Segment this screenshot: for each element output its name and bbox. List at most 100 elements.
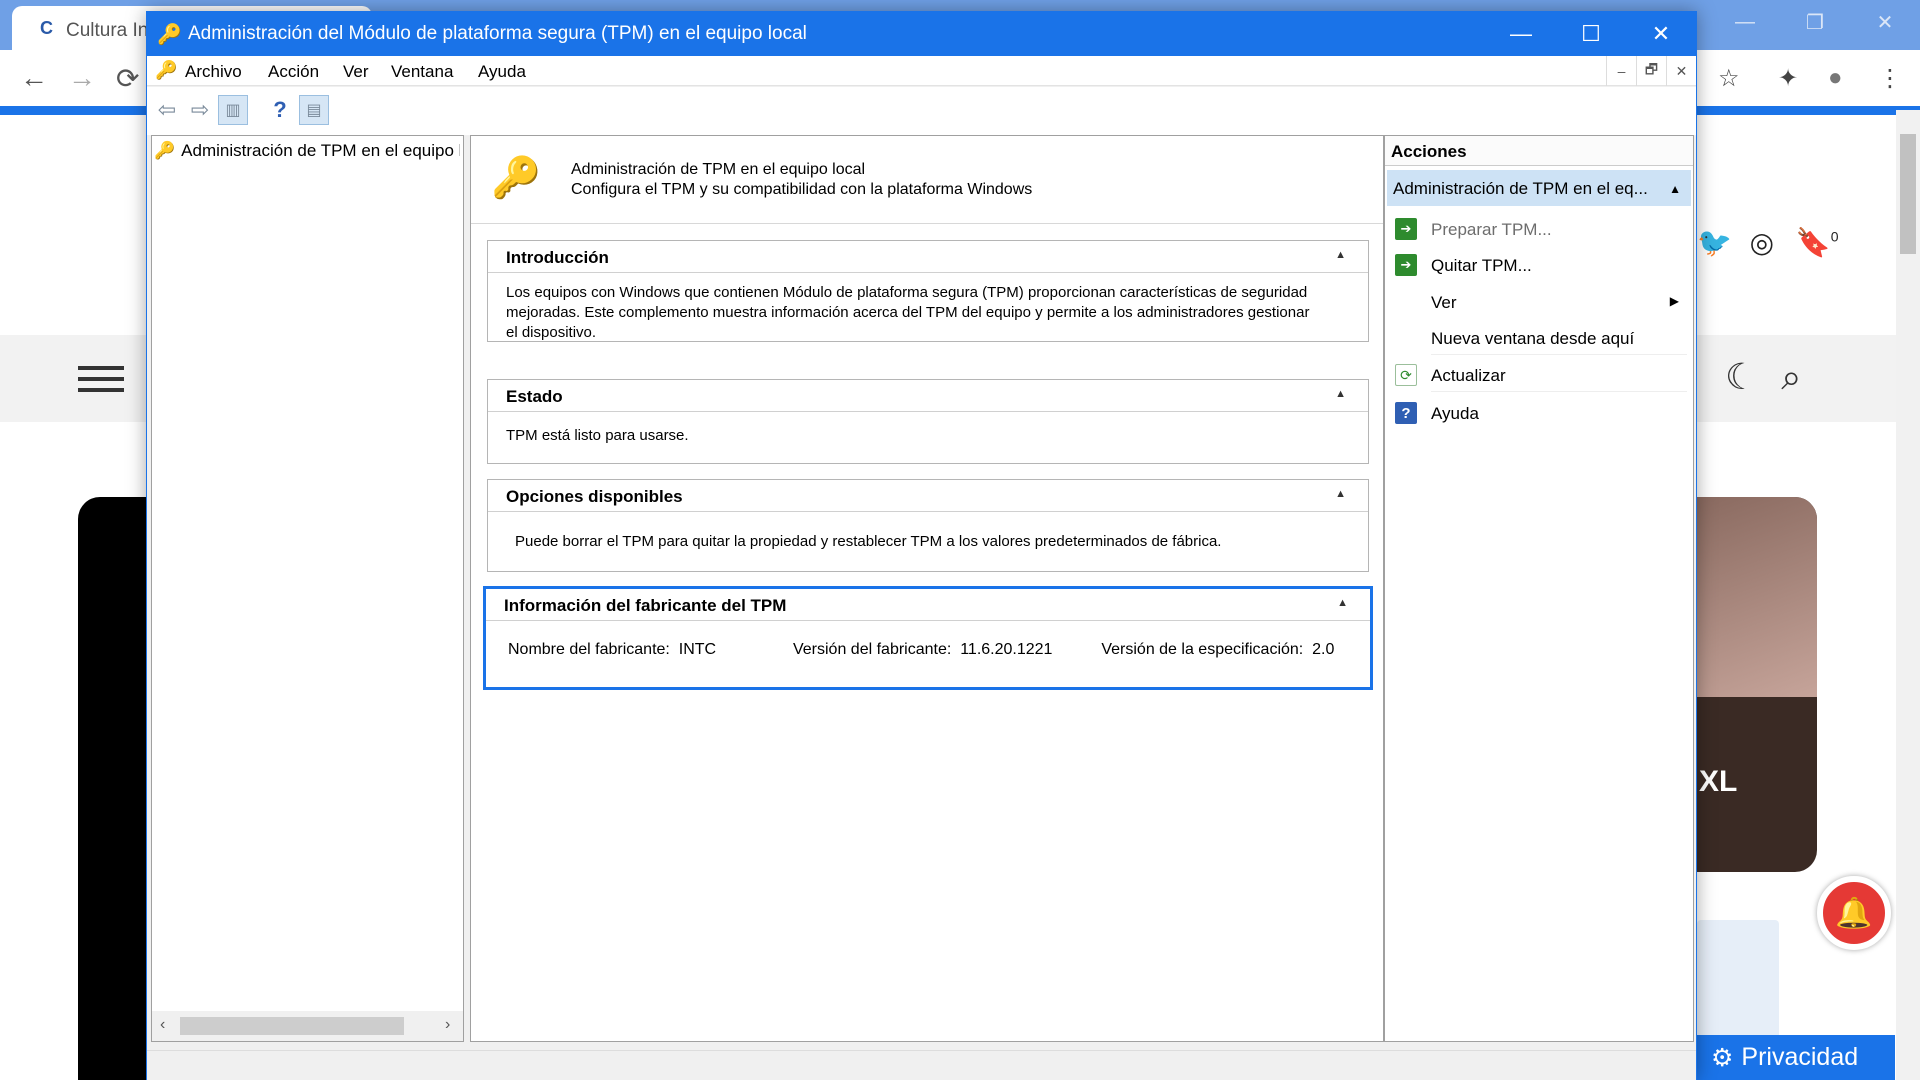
scrollbar-thumb[interactable] (1900, 134, 1916, 254)
title-bar[interactable]: 🔑 Administración del Módulo de plataform… (147, 12, 1696, 56)
browser-tab-title: Cultura In (66, 20, 149, 41)
forward-arrow-icon[interactable]: ⇨ (185, 95, 215, 125)
show-hide-action-pane-icon[interactable]: ▤ (299, 95, 329, 125)
help-icon: ? (1395, 402, 1417, 424)
moon-icon[interactable]: ☾ (1725, 356, 1757, 397)
section-title: Opciones disponibles (506, 487, 683, 506)
actions-group-label: Administración de TPM en el eq... (1393, 179, 1648, 198)
console-document-icon[interactable]: 🔑 (155, 60, 177, 81)
collapse-icon[interactable]: ▲ (1337, 597, 1348, 609)
section-header[interactable]: Información del fabricante del TPM ▲ (486, 589, 1370, 621)
star-icon[interactable]: ☆ (1718, 64, 1740, 93)
twitter-icon[interactable]: 🐦 (1697, 227, 1732, 258)
status-bar (147, 1050, 1696, 1080)
back-icon[interactable]: ← (20, 62, 48, 94)
action-arrow-icon: ➔ (1395, 218, 1417, 240)
spec-version-label: Versión de la especificación: (1101, 641, 1304, 658)
section-introduccion: Introducción ▲ Los equipos con Windows q… (487, 240, 1369, 342)
toolbar: ⇦ ⇨ ▥ ? ▤ (147, 87, 1696, 135)
notification-bell-icon[interactable]: 🔔 (1817, 876, 1891, 950)
minimize-button[interactable]: — (1486, 12, 1556, 56)
promo-image (1697, 920, 1779, 1040)
reload-icon[interactable]: ⟳ (116, 62, 139, 95)
actions-group-header[interactable]: Administración de TPM en el eq... ▲ (1387, 170, 1691, 206)
section-body: Puede borrar el TPM para quitar la propi… (515, 533, 1222, 550)
section-header[interactable]: Estado ▲ (488, 380, 1368, 412)
card-text: XL (1699, 765, 1738, 798)
show-hide-tree-icon[interactable]: ▥ (218, 95, 248, 125)
action-preparar-tpm[interactable]: ➔ Preparar TPM... (1385, 212, 1693, 246)
tpm-chip-key-icon: 🔑 (491, 156, 541, 200)
action-label: Nueva ventana desde aquí (1431, 329, 1635, 348)
scroll-right-icon[interactable]: › (445, 1016, 450, 1034)
tpm-app-icon: 🔑 (157, 24, 182, 46)
window-title: Administración del Módulo de plataforma … (188, 23, 807, 44)
menu-ayuda[interactable]: Ayuda (478, 62, 526, 82)
section-estado: Estado ▲ TPM está listo para usarse. (487, 379, 1369, 464)
section-header[interactable]: Opciones disponibles ▲ (488, 480, 1368, 512)
scroll-left-icon[interactable]: ‹ (160, 1016, 165, 1034)
instagram-icon[interactable]: ◎ (1750, 227, 1774, 258)
privacy-button[interactable]: ⚙ Privacidad (1697, 1035, 1895, 1080)
collapse-icon[interactable]: ▲ (1335, 249, 1346, 261)
extensions-icon[interactable]: ✦ (1778, 64, 1798, 93)
section-title: Información del fabricante del TPM (504, 596, 787, 615)
collapse-icon[interactable]: ▲ (1669, 182, 1681, 196)
browser-close-button[interactable]: ✕ (1850, 0, 1920, 44)
menu-ventana[interactable]: Ventana (391, 62, 453, 82)
browser-minimize-button[interactable]: — (1710, 0, 1780, 44)
action-ver[interactable]: Ver ▶ (1385, 285, 1693, 319)
menu-ver[interactable]: Ver (343, 62, 369, 82)
action-ayuda[interactable]: ? Ayuda (1385, 396, 1693, 430)
bookmark-icon[interactable]: 🔖 (1796, 227, 1831, 258)
divider (1431, 354, 1687, 355)
manufacturer-version-value: 11.6.20.1221 (960, 641, 1053, 658)
help-icon[interactable]: ? (265, 95, 295, 125)
tree-horizontal-scrollbar[interactable]: ‹ › (152, 1011, 463, 1041)
divider (1431, 391, 1687, 392)
manufacturer-name-label: Nombre del fabricante: (508, 641, 670, 658)
page-scrollbar[interactable] (1896, 110, 1920, 1080)
browser-window-controls: — ❐ ✕ (1710, 0, 1920, 44)
section-header[interactable]: Introducción ▲ (488, 241, 1368, 273)
actions-pane: Acciones Administración de TPM en el eq.… (1384, 135, 1694, 1042)
privacy-label: Privacidad (1741, 1043, 1859, 1071)
child-restore-button[interactable]: 🗗 (1636, 56, 1666, 86)
child-close-button[interactable]: ✕ (1666, 56, 1696, 86)
header-icons: ☾ ⌕ (1697, 356, 1801, 399)
menu-archivo[interactable]: Archivo (185, 62, 242, 82)
child-minimize-button[interactable]: – (1606, 56, 1636, 86)
action-quitar-tpm[interactable]: ➔ Quitar TPM... (1385, 248, 1693, 282)
manufacturer-info-row: Nombre del fabricante: INTC Versión del … (508, 641, 1334, 659)
results-pane: 🔑 Administración de TPM en el equipo loc… (470, 135, 1384, 1042)
action-label: Ayuda (1431, 404, 1479, 423)
section-title: Estado (506, 387, 563, 406)
menu-icon[interactable]: ⋮ (1878, 64, 1902, 93)
action-label: Preparar TPM... (1431, 220, 1552, 239)
collapse-icon[interactable]: ▲ (1335, 388, 1346, 400)
menu-accion[interactable]: Acción (268, 62, 319, 82)
header-subtitle: Configura el TPM y su compatibilidad con… (571, 181, 1033, 198)
tree-item-tpm[interactable]: 🔑 Administración de TPM en el equipo loc… (154, 138, 460, 164)
tree-item-label: Administración de TPM en el equipo local (181, 141, 460, 160)
close-button[interactable]: ✕ (1626, 12, 1696, 56)
menu-bar: 🔑 Archivo Acción Ver Ventana Ayuda – 🗗 ✕ (147, 56, 1696, 86)
collapse-icon[interactable]: ▲ (1335, 488, 1346, 500)
tpm-node-icon: 🔑 (154, 141, 176, 160)
search-icon[interactable]: ⌕ (1781, 356, 1801, 397)
refresh-icon: ⟳ (1395, 364, 1417, 386)
actions-header: Acciones (1385, 136, 1693, 166)
browser-restore-button[interactable]: ❐ (1780, 0, 1850, 44)
action-nueva-ventana[interactable]: Nueva ventana desde aquí (1385, 321, 1693, 355)
spec-version-value: 2.0 (1312, 641, 1335, 658)
hamburger-menu-icon[interactable] (78, 366, 124, 392)
scrollbar-thumb[interactable] (180, 1017, 404, 1035)
maximize-button[interactable]: ☐ (1556, 12, 1626, 56)
action-label: Actualizar (1431, 366, 1506, 385)
back-arrow-icon[interactable]: ⇦ (152, 95, 182, 125)
article-card-image[interactable]: XL (1697, 497, 1817, 872)
action-actualizar[interactable]: ⟳ Actualizar (1385, 358, 1693, 392)
profile-icon[interactable]: ● (1828, 64, 1843, 92)
forward-icon[interactable]: → (68, 62, 96, 94)
bookmark-count: 0 (1830, 228, 1839, 245)
